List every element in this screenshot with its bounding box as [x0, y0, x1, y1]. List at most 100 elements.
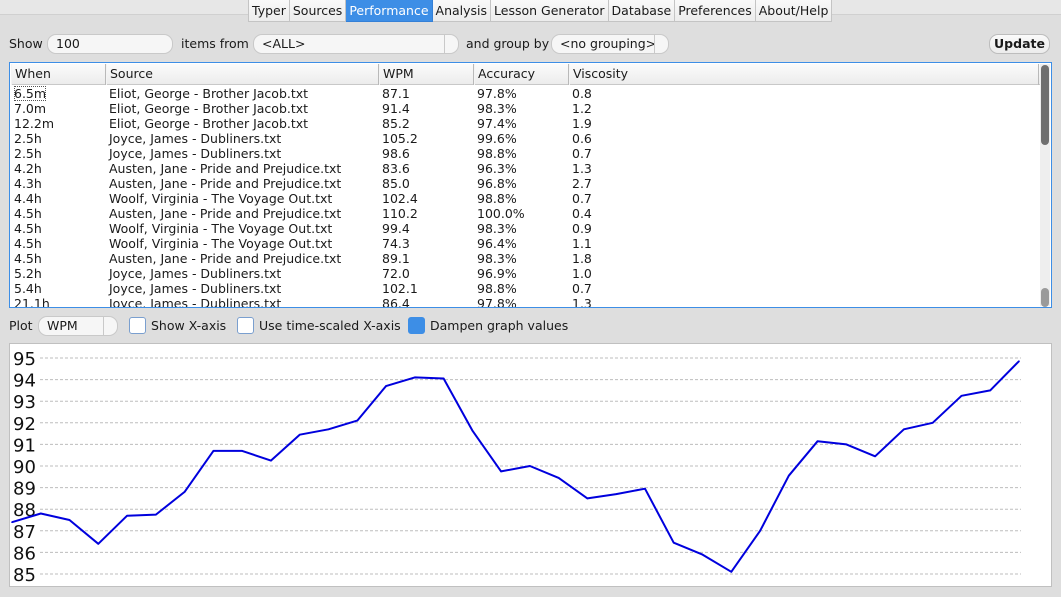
- table-cell: 0.8: [569, 86, 1039, 101]
- column-header-source[interactable]: Source: [106, 64, 379, 85]
- data-point: [672, 541, 675, 544]
- tab-bar: Typer Sources Performance Analysis Lesson Ge…: [248, 0, 833, 22]
- table-cell-text: 6.5m: [14, 86, 47, 101]
- table-scrollbar[interactable]: [1040, 64, 1050, 307]
- table-row[interactable]: 21.1h Joyce, James - Dubliners.txt 86.4 97.…: [11, 296, 1040, 307]
- table-row[interactable]: 2.5h Joyce, James - Dubliners.txt 105.2 99.…: [11, 131, 1040, 146]
- table-cell-text: 0.7: [572, 146, 592, 161]
- tab-sources[interactable]: Sources: [289, 0, 347, 22]
- table-row[interactable]: 4.5h Austen, Jane - Pride and Prejudice.t…: [11, 251, 1040, 266]
- table-cell: 89.1: [379, 251, 474, 266]
- y-tick-label: 94: [13, 371, 36, 392]
- y-tick-label: 86: [13, 543, 36, 564]
- table-cell: 98.6: [379, 146, 474, 161]
- update-button[interactable]: Update: [989, 34, 1050, 54]
- column-header-when[interactable]: When: [11, 64, 106, 85]
- tab-typer[interactable]: Typer: [248, 0, 290, 22]
- data-point: [155, 513, 157, 516]
- show-count-input[interactable]: 100: [47, 34, 173, 54]
- group-by-value: <no grouping>: [560, 36, 657, 51]
- table-cell: Austen, Jane - Pride and Prejudice.txt: [106, 251, 379, 266]
- table-cell: 0.9: [569, 221, 1039, 236]
- table-row[interactable]: 5.2h Joyce, James - Dubliners.txt 72.0 96.9…: [11, 266, 1040, 281]
- table-cell: 98.3%: [474, 101, 569, 116]
- table-row[interactable]: 4.3h Austen, Jane - Pride and Prejudice.t…: [11, 176, 1040, 191]
- data-point: [298, 433, 301, 436]
- tab-lesson-generator[interactable]: Lesson Generator: [491, 0, 609, 22]
- table-cell: 98.8%: [474, 281, 569, 296]
- table-row[interactable]: 4.2h Austen, Jane - Pride and Prejudice.t…: [11, 161, 1040, 176]
- table-cell: 2.5h: [11, 146, 106, 161]
- tab-about-help[interactable]: About/Help: [755, 0, 833, 22]
- table-cell: 96.4%: [474, 236, 569, 251]
- tab-preferences[interactable]: Preferences: [675, 0, 756, 22]
- group-by-combo[interactable]: <no grouping>: [551, 34, 669, 54]
- table-cell: 85.0: [379, 176, 474, 191]
- table-cell: Eliot, George - Brother Jacob.txt: [106, 101, 379, 116]
- data-point: [68, 519, 71, 521]
- scrollbar-thumb[interactable]: [1041, 65, 1049, 145]
- table-cell: Joyce, James - Dubliners.txt: [106, 131, 379, 146]
- data-point: [500, 470, 502, 473]
- table-row[interactable]: 4.5h Woolf, Virginia - The Voyage Out.txt…: [11, 236, 1040, 251]
- show-label: Show: [9, 36, 43, 51]
- data-point: [241, 450, 243, 452]
- table-cell-text: 5.2h: [14, 266, 42, 281]
- data-point: [356, 419, 359, 422]
- plot-label: Plot: [9, 318, 33, 333]
- table-row[interactable]: 4.5h Austen, Jane - Pride and Prejudice.t…: [11, 206, 1040, 221]
- table-cell: 96.9%: [474, 266, 569, 281]
- table-cell-text: 96.8%: [477, 176, 517, 191]
- table-row[interactable]: 7.0m Eliot, George - Brother Jacob.txt 91.…: [11, 101, 1040, 116]
- table-row[interactable]: 2.5h Joyce, James - Dubliners.txt 98.6 98.8…: [11, 146, 1040, 161]
- table-cell: Eliot, George - Brother Jacob.txt: [106, 86, 379, 101]
- table-cell-text: 99.6%: [477, 131, 517, 146]
- table-cell-text: 1.0: [572, 266, 592, 281]
- data-point: [471, 429, 474, 432]
- scrollbar-end-thumb[interactable]: [1041, 288, 1049, 307]
- y-tick-label: 90: [13, 457, 36, 478]
- table-cell: 102.1: [379, 281, 474, 296]
- table-row[interactable]: 4.5h Woolf, Virginia - The Voyage Out.txt…: [11, 221, 1040, 236]
- table-cell: 110.2: [379, 206, 474, 221]
- table-cell: Joyce, James - Dubliners.txt: [106, 296, 379, 307]
- table-cell-text: Eliot, George - Brother Jacob.txt: [109, 116, 309, 131]
- table-cell: 4.5h: [11, 206, 106, 221]
- column-header-wpm[interactable]: WPM: [379, 64, 474, 85]
- table-cell: 1.0: [569, 266, 1039, 281]
- table-row[interactable]: 12.2m Eliot, George - Brother Jacob.txt 85…: [11, 116, 1040, 131]
- chart-canvas: 8586878889909192939495: [11, 349, 1021, 586]
- tab-database[interactable]: Database: [608, 0, 676, 22]
- dampen-checkbox[interactable]: [408, 317, 425, 334]
- table-cell-text: 5.4h: [14, 281, 42, 296]
- time-scaled-checkbox[interactable]: [237, 317, 254, 334]
- table-cell-text: 85.2: [382, 116, 410, 131]
- table-row[interactable]: 4.4h Woolf, Virginia - The Voyage Out.txt…: [11, 191, 1040, 206]
- column-header-accuracy[interactable]: Accuracy: [474, 64, 569, 85]
- items-from-combo[interactable]: <ALL>: [253, 34, 459, 54]
- table-cell: 0.7: [569, 191, 1039, 206]
- table-cell: 72.0: [379, 266, 474, 281]
- table-header: When Source WPM Accuracy Viscosity: [11, 64, 1040, 85]
- table-cell: 4.2h: [11, 161, 106, 176]
- table-cell-text: 1.2: [572, 101, 592, 116]
- table-cell: 85.2: [379, 116, 474, 131]
- column-header-viscosity[interactable]: Viscosity: [569, 64, 1039, 85]
- table-cell-text: Woolf, Virginia - The Voyage Out.txt: [109, 221, 333, 236]
- table-row[interactable]: 5.4h Joyce, James - Dubliners.txt 102.1 98.…: [11, 281, 1040, 296]
- y-tick-label: 85: [13, 565, 36, 586]
- table-cell: 86.4: [379, 296, 474, 307]
- table-cell: 0.4: [569, 206, 1039, 221]
- table-cell-text: 83.6: [382, 161, 410, 176]
- table-cell: 105.2: [379, 131, 474, 146]
- plot-metric-combo[interactable]: WPM: [38, 316, 118, 336]
- table-row[interactable]: 6.5m Eliot, George - Brother Jacob.txt 87.…: [11, 86, 1040, 101]
- data-point: [327, 428, 330, 431]
- tab-performance[interactable]: Performance: [346, 0, 433, 22]
- data-point: [557, 477, 560, 479]
- table-cell-text: Eliot, George - Brother Jacob.txt: [109, 101, 309, 116]
- tab-analysis[interactable]: Analysis: [432, 0, 492, 22]
- table-cell-text: Joyce, James - Dubliners.txt: [109, 266, 282, 281]
- performance-table[interactable]: When Source WPM Accuracy Viscosity 6.5m Eliot…: [9, 62, 1052, 308]
- show-x-axis-checkbox[interactable]: [129, 317, 146, 334]
